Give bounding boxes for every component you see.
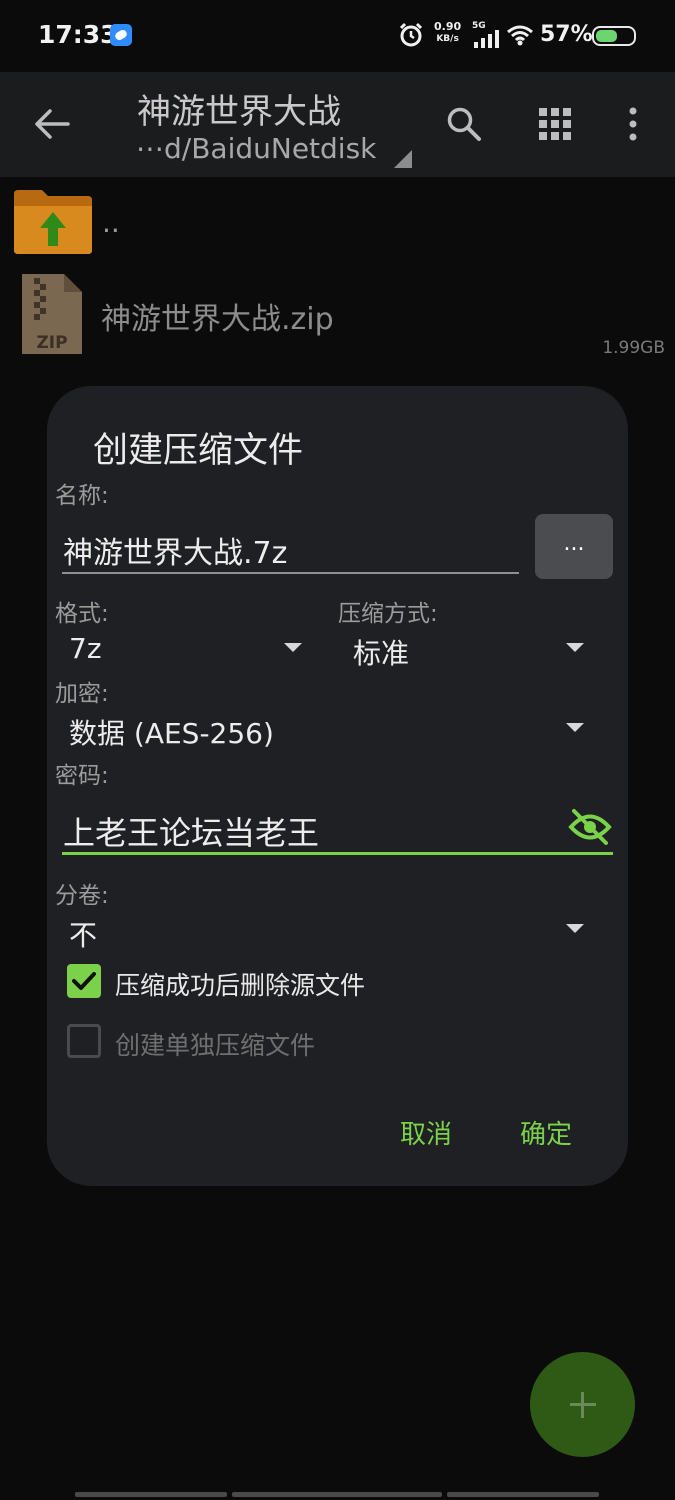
parent-folder-label: .. [102, 206, 120, 239]
app-toolbar: 神游世界大战 ⋯d/BaiduNetdisk [0, 72, 675, 177]
delete-source-label[interactable]: 压缩成功后删除源文件 [115, 966, 365, 1002]
create-archive-dialog: 创建压缩文件 名称: 神游世界大战.7z ... 格式: 7z 压缩方式: 标准… [47, 386, 628, 1186]
visibility-off-icon[interactable] [568, 808, 612, 846]
format-dropdown-icon[interactable] [284, 643, 302, 652]
more-options-icon[interactable] [626, 106, 640, 142]
battery-icon [592, 26, 636, 46]
status-bar: 17:33 0.90 KB/s 5G 57% [0, 0, 675, 72]
battery-percent: 57% [540, 22, 593, 47]
toolbar-path[interactable]: ⋯d/BaiduNetdisk [136, 132, 376, 165]
password-input[interactable]: 上老王论坛当老王 [63, 808, 319, 854]
encrypt-dropdown-icon[interactable] [566, 723, 584, 732]
encrypt-label: 加密: [55, 681, 109, 707]
network-speed-unit: KB/s [436, 34, 459, 44]
file-size: 1.99GB [602, 338, 665, 358]
separate-archive-label[interactable]: 创建单独压缩文件 [115, 1026, 315, 1062]
grid-view-icon[interactable] [539, 108, 571, 140]
battery-level [596, 30, 617, 42]
method-select[interactable]: 标准 [353, 632, 409, 672]
split-label: 分卷: [55, 883, 109, 909]
wifi-icon [507, 25, 533, 46]
ok-button[interactable]: 确定 [520, 1114, 572, 1151]
split-dropdown-icon[interactable] [566, 924, 584, 933]
search-icon[interactable] [446, 106, 482, 142]
separate-archive-checkbox[interactable] [67, 1024, 101, 1058]
password-label: 密码: [55, 763, 109, 789]
zip-icon-text: ZIP [36, 333, 67, 353]
file-row[interactable]: ZIP 神游世界大战.zip 1.99GB [0, 262, 675, 362]
password-input-underline [62, 852, 613, 855]
method-label: 压缩方式: [338, 601, 438, 627]
nav-bar-right [447, 1492, 599, 1497]
name-label: 名称: [55, 483, 109, 509]
zip-file-icon: ZIP [22, 274, 82, 354]
delete-source-checkbox[interactable] [67, 964, 101, 998]
cancel-button[interactable]: 取消 [400, 1114, 452, 1151]
parent-folder-row[interactable]: .. [0, 180, 675, 260]
network-speed-value: 0.90 [434, 20, 462, 33]
method-dropdown-icon[interactable] [566, 643, 584, 652]
nav-bar-left [75, 1492, 227, 1497]
alarm-icon [399, 22, 423, 47]
browse-button[interactable]: ... [535, 514, 613, 579]
encrypt-select[interactable]: 数据 (AES-256) [69, 712, 274, 752]
split-select[interactable]: 不 [69, 914, 97, 954]
status-time: 17:33 [38, 20, 118, 49]
nav-bar-handle[interactable] [232, 1492, 442, 1497]
signal-icon [474, 30, 499, 48]
folder-up-icon [14, 190, 92, 254]
plus-icon-vertical [581, 1392, 584, 1418]
toolbar-title: 神游世界大战 [137, 92, 341, 132]
network-speed: 0.90 KB/s [434, 21, 461, 45]
back-arrow-icon[interactable] [34, 108, 70, 140]
path-dropdown-icon[interactable] [394, 150, 412, 168]
format-label: 格式: [55, 601, 109, 627]
file-name: 神游世界大战.zip [101, 302, 334, 337]
checkmark-icon [72, 972, 96, 990]
name-input-underline [62, 572, 519, 574]
dialog-title: 创建压缩文件 [93, 431, 304, 471]
format-select[interactable]: 7z [69, 632, 102, 665]
app-notification-icon [110, 24, 132, 46]
archive-name-input[interactable]: 神游世界大战.7z [63, 528, 519, 572]
add-fab-button[interactable] [530, 1352, 635, 1457]
